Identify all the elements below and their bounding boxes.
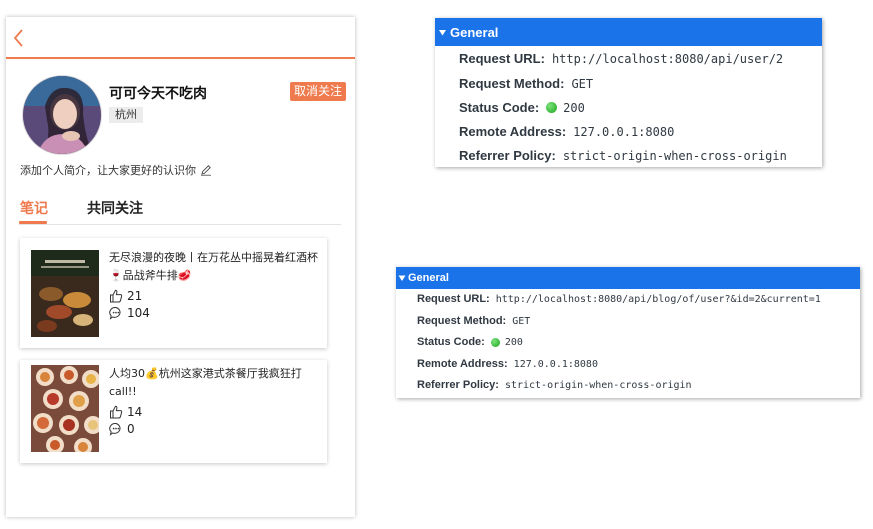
request-method-value: GET [512, 315, 531, 327]
request-url-value[interactable]: http://localhost:8080/api/user/2 [552, 52, 783, 66]
note-card[interactable]: 无尽浪漫的夜晚丨在万花丛中摇晃着红酒杯🍷品战斧牛排🥩 21 104 [20, 238, 327, 348]
thumbs-up-icon [110, 289, 123, 303]
remote-address-label: Remote Address: [459, 124, 567, 139]
intro-text: 添加个人简介，让大家更好的认识你 [20, 164, 196, 177]
user-profile-page: 可可今天不吃肉 杭州 取消关注 添加个人简介，让大家更好的认识你 笔记 共同关注… [6, 17, 355, 517]
referrer-policy-row: Referrer Policy: strict-origin-when-cros… [459, 148, 787, 163]
username: 可可今天不吃肉 [109, 86, 207, 102]
status-ok-icon [546, 102, 558, 113]
request-method-row: Request Method: GET [459, 76, 593, 91]
referrer-policy-value: strict-origin-when-cross-origin [562, 148, 787, 163]
request-method-value: GET [571, 76, 594, 91]
status-code-label: Status Code: [459, 100, 540, 115]
request-method-label: Request Method: [417, 315, 507, 327]
remote-address-row: Remote Address: 127.0.0.1:8080 [417, 358, 598, 370]
referrer-policy-row: Referrer Policy: strict-origin-when-cros… [417, 379, 692, 391]
request-url-row: Request URL: http://localhost:8080/api/b… [417, 293, 821, 305]
status-code-value: 200 [504, 336, 523, 348]
request-url-row: Request URL: http://localhost:8080/api/u… [459, 51, 783, 66]
tab-notes[interactable]: 笔记 [20, 198, 48, 218]
remote-address-value: 127.0.0.1:8080 [513, 358, 598, 370]
remote-address-row: Remote Address: 127.0.0.1:8080 [459, 124, 674, 139]
general-section-toggle[interactable]: General [396, 267, 860, 289]
expand-triangle-icon [439, 29, 446, 35]
devtools-general-panel-blog: General Request URL: http://localhost:80… [396, 267, 860, 398]
tab-common-follows[interactable]: 共同关注 [87, 198, 143, 218]
referrer-policy-label: Referrer Policy: [417, 379, 499, 391]
back-arrow-icon[interactable] [10, 27, 30, 49]
general-header-label: General [450, 24, 499, 40]
request-method-label: Request Method: [459, 76, 565, 91]
comment-count[interactable]: 104 [109, 306, 150, 320]
note-thumbnail [31, 365, 99, 452]
comment-icon [109, 422, 121, 436]
remote-address-value: 127.0.0.1:8080 [573, 124, 675, 139]
avatar[interactable] [22, 75, 102, 155]
referrer-policy-label: Referrer Policy: [459, 148, 556, 163]
request-method-row: Request Method: GET [417, 315, 530, 327]
status-code-row: Status Code: 200 [417, 336, 523, 348]
request-url-label: Request URL: [417, 293, 490, 305]
referrer-policy-value: strict-origin-when-cross-origin [504, 379, 692, 391]
comment-count-value: 104 [127, 306, 150, 320]
status-ok-icon [490, 337, 500, 347]
profile-intro[interactable]: 添加个人简介，让大家更好的认识你 [20, 162, 212, 179]
tab-divider [19, 224, 341, 225]
city-tag: 杭州 [109, 107, 143, 123]
note-thumbnail [31, 250, 99, 337]
like-count-value: 14 [127, 405, 143, 419]
note-title: 无尽浪漫的夜晚丨在万花丛中摇晃着红酒杯🍷品战斧牛排🥩 [109, 251, 318, 282]
general-section-toggle[interactable]: General [435, 18, 822, 46]
like-count-value: 21 [127, 289, 143, 303]
note-title: 人均30💰杭州这家港式茶餐厅我疯狂打call!! [109, 367, 302, 398]
general-header-label: General [408, 272, 449, 284]
like-count[interactable]: 14 [109, 405, 142, 419]
devtools-general-panel-user: General Request URL: http://localhost:80… [435, 18, 822, 167]
remote-address-label: Remote Address: [417, 358, 508, 370]
edit-pencil-icon[interactable] [200, 164, 212, 179]
comment-count[interactable]: 0 [109, 422, 135, 436]
status-code-row: Status Code: 200 [459, 100, 585, 115]
comment-icon [109, 306, 121, 320]
request-url-label: Request URL: [459, 51, 545, 66]
status-code-value: 200 [563, 100, 585, 115]
like-count[interactable]: 21 [109, 289, 142, 303]
status-code-label: Status Code: [417, 336, 485, 348]
thumbs-up-icon [110, 405, 123, 419]
request-url-value[interactable]: http://localhost:8080/api/blog/of/user?&… [496, 294, 821, 305]
comment-count-value: 0 [127, 422, 135, 436]
page-header [6, 17, 355, 59]
unfollow-button[interactable]: 取消关注 [290, 82, 347, 101]
note-card[interactable]: 人均30💰杭州这家港式茶餐厅我疯狂打call!! 14 0 [20, 360, 327, 463]
expand-triangle-icon [398, 275, 406, 281]
